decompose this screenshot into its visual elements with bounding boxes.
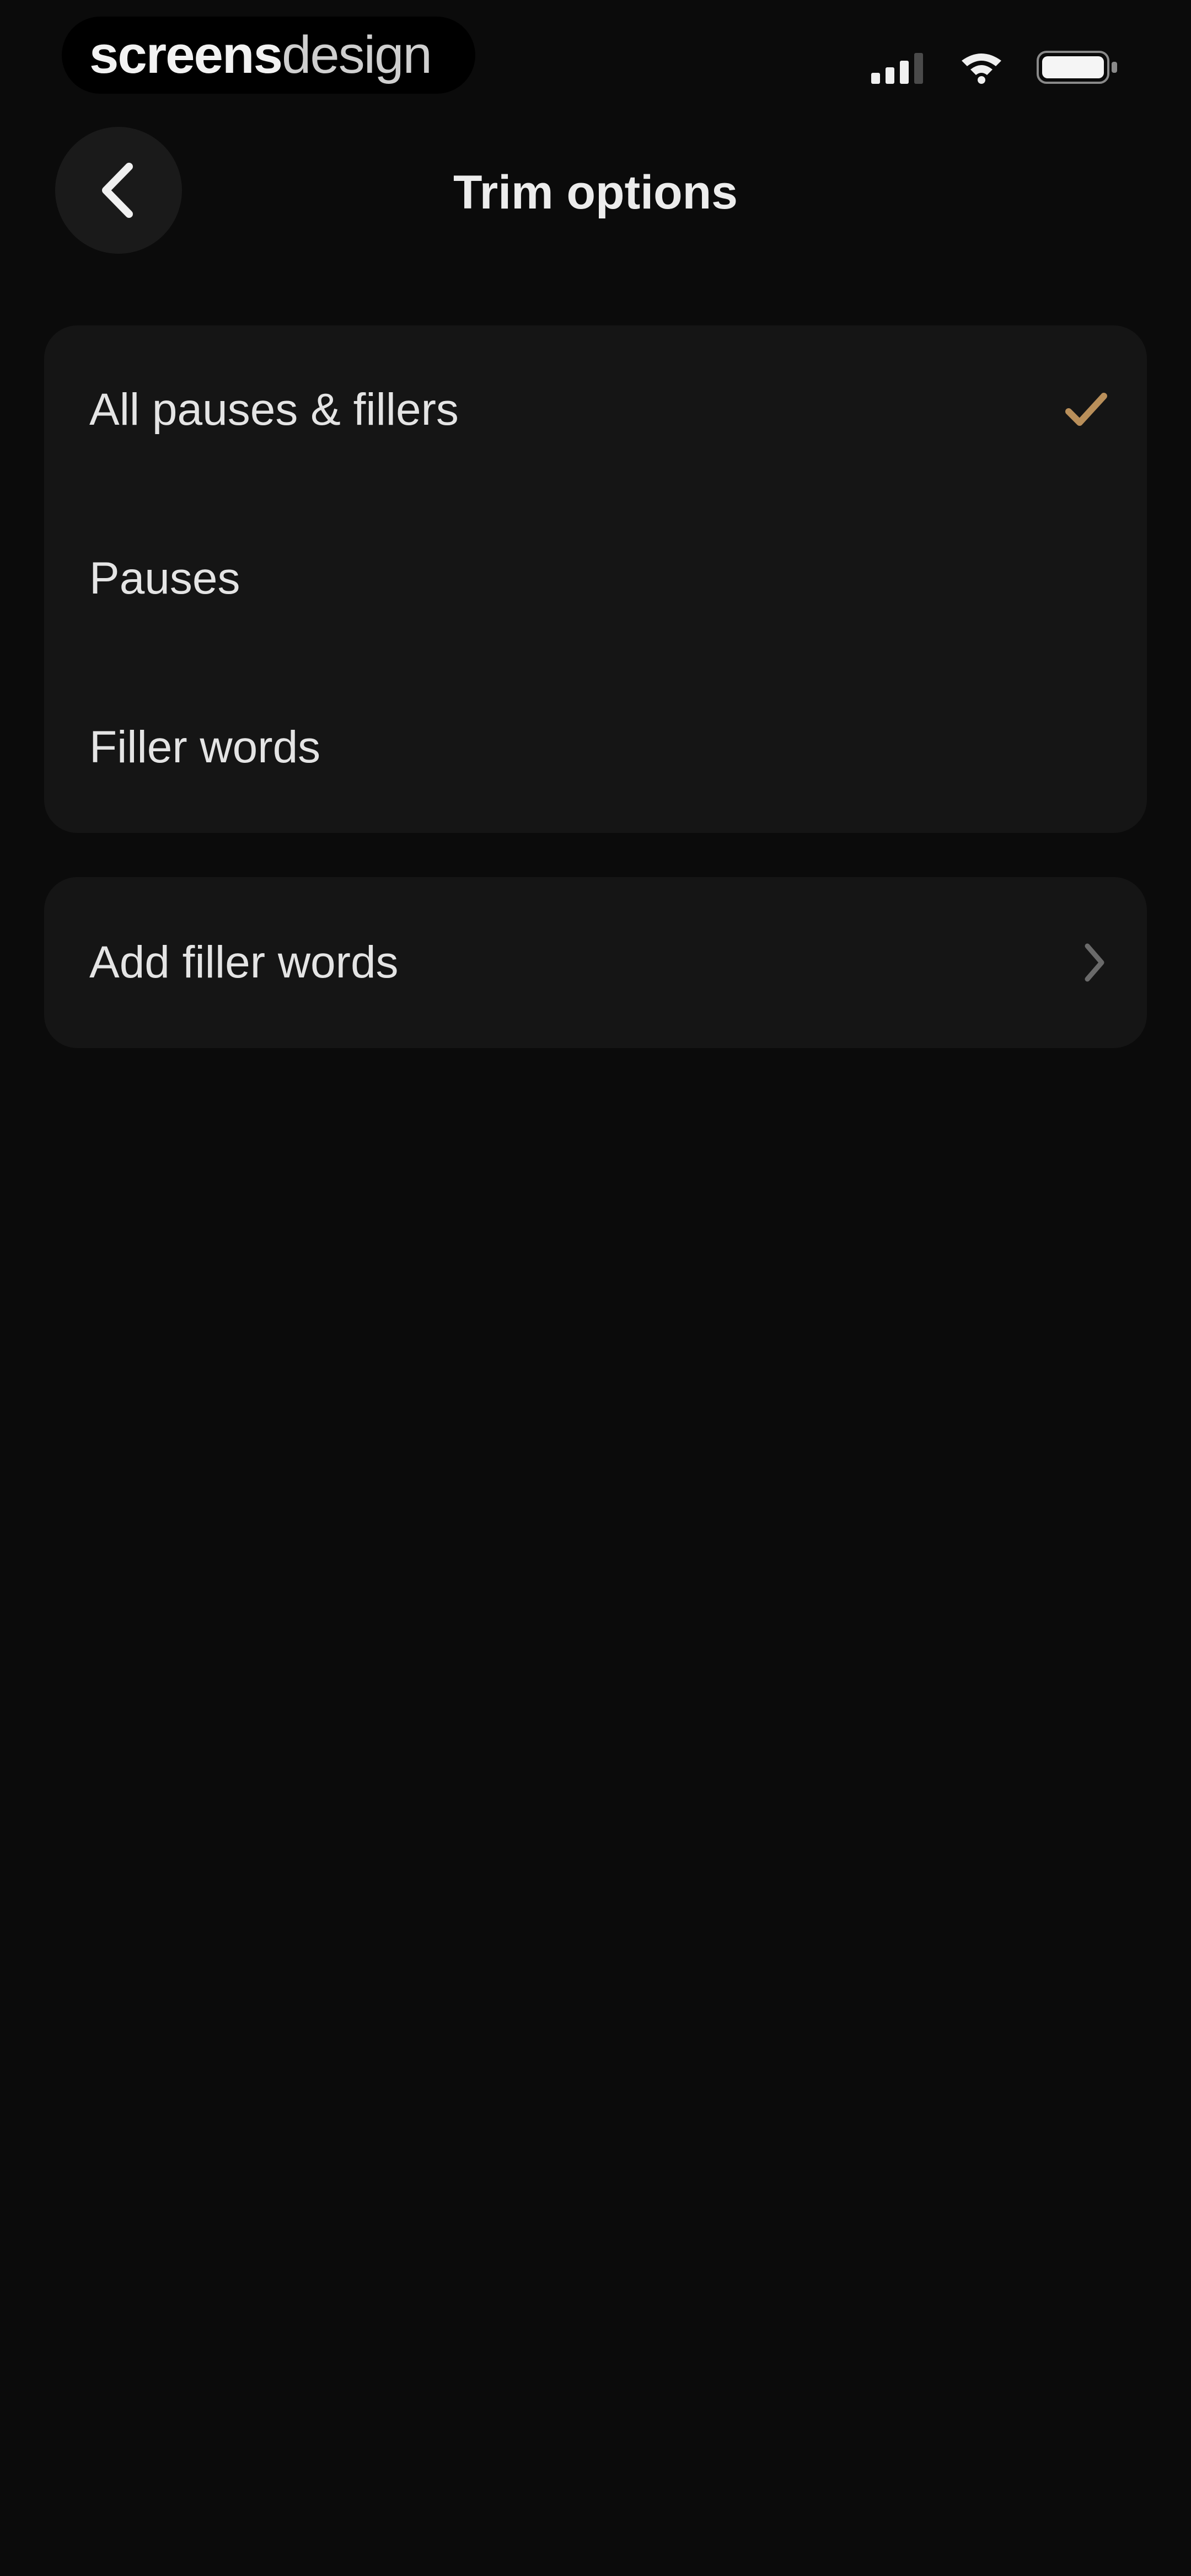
add-filler-words-label: Add filler words (89, 937, 399, 987)
add-filler-words-row[interactable]: Add filler words (44, 877, 1147, 1048)
option-pauses[interactable]: Pauses (44, 494, 1147, 663)
option-label: Filler words (89, 722, 321, 772)
battery-icon (1037, 51, 1117, 84)
status-bar: screens design (0, 0, 1191, 116)
brand-logo: screens design (62, 17, 475, 94)
page-title: Trim options (453, 166, 738, 219)
trim-options-list: All pauses & fillers Pauses Filler words (44, 325, 1147, 833)
brand-text-strong: screens (89, 25, 283, 84)
nav-header: Trim options (0, 127, 1191, 259)
option-filler-words[interactable]: Filler words (44, 663, 1147, 832)
status-icons (871, 50, 1119, 85)
wifi-icon (962, 54, 1001, 84)
chevron-right-icon (1085, 943, 1104, 982)
navigate-indicator (1081, 940, 1108, 985)
option-label: Pauses (89, 553, 240, 603)
cellular-signal-icon (871, 53, 923, 84)
checkmark-icon (1065, 393, 1107, 426)
option-all-pauses-fillers[interactable]: All pauses & fillers (44, 325, 1147, 494)
option-selected-indicator (1064, 391, 1108, 429)
add-filler-words-button[interactable]: Add filler words (44, 878, 1147, 1047)
option-label: All pauses & fillers (89, 384, 459, 435)
brand-text-light: design (281, 25, 432, 84)
